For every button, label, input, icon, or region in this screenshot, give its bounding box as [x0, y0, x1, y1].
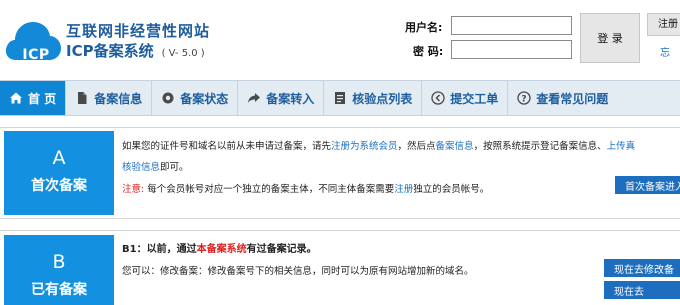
instruction-text-mid: ，然后点 [397, 141, 436, 152]
first-filing-label: A 首次备案 [4, 131, 114, 215]
nav-faq[interactable]: ? 查看常见问题 [508, 81, 617, 115]
nav-faq-label: 查看常见问题 [536, 91, 609, 106]
nav-filing-transfer[interactable]: 备案转入 [238, 81, 325, 115]
nav-home[interactable]: 首 页 [0, 81, 67, 115]
gear-icon [161, 91, 175, 105]
instruction-text: 如果您的证件号和域名以前从未申请过备案，请先 [122, 141, 332, 152]
logo-text: ICP [22, 47, 50, 63]
site-header: ICP 互联网非经营性网站 ICP备案系统 ( V- 5.0 ) 用户名: 密 码… [0, 0, 680, 80]
existing-filing-card: B 已有备案 B1：以前，通过本备案系统有过备案记录。 您可以：修改备案：修改备… [0, 230, 680, 305]
note-register-link[interactable]: 注册 [394, 184, 413, 195]
main-nav: 首 页 备案信息 备案状态 备案转入 核验点列表 提交工单 ? 查看常见问题 [0, 80, 680, 116]
b1-system-text: 本备案系统 [196, 244, 247, 255]
existing-filing-heading: B1：以前，通过本备案系统有过备案记录。 [122, 240, 317, 255]
first-filing-enter-button[interactable]: 首次备案进入 [615, 176, 680, 194]
upload-link[interactable]: 上传真 [607, 141, 636, 152]
first-filing-instruction: 如果您的证件号和域名以前从未申请过备案，请先注册为系统会员，然后点备案信息，按照… [122, 138, 635, 152]
nav-submit-ticket[interactable]: 提交工单 [422, 81, 509, 115]
nav-submit-ticket-label: 提交工单 [450, 91, 499, 106]
note-text: 每个会员帐号对应一个独立的备案主体，不同主体备案需要 [144, 184, 395, 195]
home-icon [9, 91, 23, 105]
first-filing-instruction-line2: 核验信息即可。 [122, 159, 189, 173]
password-label: 密 码: [413, 45, 444, 58]
verify-info-link[interactable]: 核验信息 [122, 162, 160, 173]
forgot-password-link[interactable]: 忘 [660, 44, 670, 59]
username-label: 用户名: [405, 21, 443, 34]
secondary-filing-button[interactable]: 现在去 [604, 281, 680, 299]
nav-home-label: 首 页 [28, 91, 57, 106]
nav-check-point-list[interactable]: 核验点列表 [324, 81, 423, 115]
card-a-letter: A [52, 147, 66, 169]
filing-info-link[interactable]: 备案信息 [436, 141, 474, 152]
nav-filing-status-label: 备案状态 [180, 91, 229, 106]
site-title: 互联网非经营性网站 [66, 22, 211, 40]
existing-filing-label: B 已有备案 [4, 235, 114, 305]
card-b-letter: B [52, 251, 66, 273]
icp-cloud-logo: ICP [4, 14, 62, 64]
card-b-title: 已有备案 [31, 282, 87, 298]
instruction-text-post: ，按照系统提示登记备案信息、 [473, 141, 607, 152]
nav-check-point-list-label: 核验点列表 [352, 91, 413, 106]
system-title-text: ICP备案系统 [66, 42, 154, 60]
chevron-circle-icon [431, 91, 445, 105]
note-text-post: 独立的会员帐号。 [413, 184, 490, 195]
svg-text:?: ? [522, 95, 527, 105]
share-arrow-icon [247, 91, 261, 105]
password-input[interactable] [451, 40, 572, 59]
login-button[interactable]: 登 录 [580, 13, 640, 63]
card-a-title: 首次备案 [31, 178, 87, 194]
nav-filing-status[interactable]: 备案状态 [152, 81, 239, 115]
instruction-line2-text: 即可。 [160, 162, 189, 173]
system-title: ICP备案系统 ( V- 5.0 ) [66, 40, 205, 61]
modify-filing-button[interactable]: 现在去修改备 [604, 259, 680, 277]
version-label: ( V- 5.0 ) [161, 48, 205, 59]
first-filing-card: A 首次备案 如果您的证件号和域名以前从未申请过备案，请先注册为系统会员，然后点… [0, 127, 680, 219]
note-label: 注意: [122, 184, 145, 195]
nav-filing-info-label: 备案信息 [94, 91, 143, 106]
first-filing-note: 注意: 每个会员帐号对应一个独立的备案主体，不同主体备案需要注册独立的会员帐号。 [122, 181, 489, 195]
document-icon [75, 91, 89, 105]
existing-filing-instruction: 您可以：修改备案：修改备案号下的相关信息，同时可以为原有网站增加新的域名。 [122, 266, 474, 277]
nav-filing-transfer-label: 备案转入 [266, 91, 315, 106]
register-button[interactable]: 注册 [647, 13, 680, 36]
register-member-link[interactable]: 注册为系统会员 [331, 141, 398, 152]
b1-text-post: 有过备案记录。 [246, 244, 317, 255]
username-input[interactable] [451, 16, 572, 35]
list-icon [333, 91, 347, 105]
question-circle-icon: ? [517, 91, 531, 105]
nav-filing-info[interactable]: 备案信息 [66, 81, 153, 115]
b1-text: B1：以前，通过 [122, 244, 197, 255]
